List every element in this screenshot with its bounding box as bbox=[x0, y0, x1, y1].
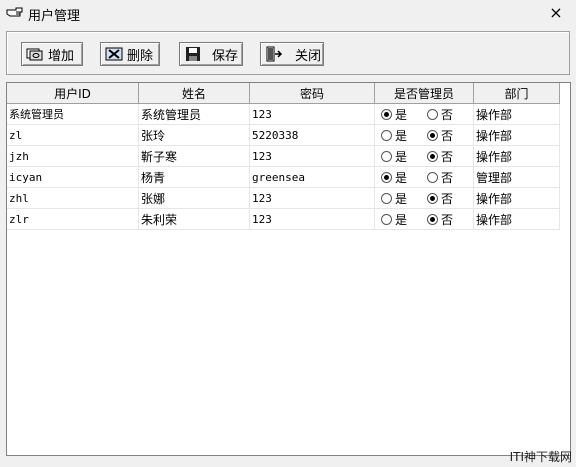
users-grid[interactable]: 用户ID 姓名 密码 是否管理员 部门 系统管理员 系统管理员 123 是否操作部 zl… bbox=[6, 82, 571, 456]
admin-radio-yes[interactable] bbox=[381, 108, 392, 120]
cell-is-admin: 是否 bbox=[374, 145, 474, 167]
column-header-name[interactable]: 姓名 bbox=[138, 83, 250, 104]
admin-radio-no-label: 否 bbox=[441, 212, 454, 227]
save-button[interactable]: 保存 bbox=[179, 42, 243, 66]
cell-password[interactable]: greensea bbox=[249, 166, 375, 188]
column-header-department[interactable]: 部门 bbox=[473, 83, 560, 104]
cell-department[interactable]: 操作部 bbox=[473, 145, 560, 167]
cell-name[interactable]: 系统管理员 bbox=[138, 103, 250, 125]
cell-password[interactable]: 123 bbox=[249, 103, 375, 125]
cell-password[interactable]: 123 bbox=[249, 208, 375, 230]
delete-icon bbox=[105, 47, 123, 61]
cell-name[interactable]: 张娜 bbox=[138, 187, 250, 209]
cell-password[interactable]: 123 bbox=[249, 145, 375, 167]
column-header-is-admin[interactable]: 是否管理员 bbox=[374, 83, 474, 104]
close-window-button[interactable]: × bbox=[546, 3, 566, 23]
admin-radio-yes-label: 是 bbox=[395, 191, 408, 206]
delete-button[interactable]: 删除 bbox=[100, 42, 160, 66]
admin-radio-no-label: 否 bbox=[441, 191, 454, 206]
cell-department[interactable]: 管理部 bbox=[473, 166, 560, 188]
cell-user-id[interactable]: icyan bbox=[7, 166, 139, 188]
cell-is-admin: 是否 bbox=[374, 208, 474, 230]
admin-radio-yes-label: 是 bbox=[395, 128, 408, 143]
admin-radio-no-label: 否 bbox=[441, 149, 454, 164]
save-button-label: 保存 bbox=[212, 48, 239, 64]
admin-radio-yes[interactable] bbox=[381, 171, 392, 183]
admin-radio-no[interactable] bbox=[427, 192, 438, 204]
cell-name[interactable]: 杨青 bbox=[138, 166, 250, 188]
admin-radio-no-label: 否 bbox=[441, 128, 454, 143]
close-button[interactable]: 关闭 bbox=[260, 42, 324, 66]
admin-radio-yes-label: 是 bbox=[395, 212, 408, 227]
admin-radio-no[interactable] bbox=[427, 150, 438, 162]
cell-user-id[interactable]: jzh bbox=[7, 145, 139, 167]
exit-door-icon bbox=[266, 46, 283, 62]
users-table: 用户ID 姓名 密码 是否管理员 部门 系统管理员 系统管理员 123 是否操作部 zl… bbox=[7, 83, 560, 230]
cell-user-id[interactable]: zl bbox=[7, 124, 139, 146]
floppy-disk-icon bbox=[186, 47, 200, 61]
table-row[interactable]: jzh 靳子寒 123 是否操作部 bbox=[7, 145, 560, 167]
admin-radio-no[interactable] bbox=[427, 108, 438, 120]
table-row[interactable]: zlr 朱利荣 123 是否操作部 bbox=[7, 208, 560, 230]
cell-is-admin: 是否 bbox=[374, 187, 474, 209]
cell-password[interactable]: 5220338 bbox=[249, 124, 375, 146]
cell-name[interactable]: 朱利荣 bbox=[138, 208, 250, 230]
table-row[interactable]: icyan 杨青 greensea 是否管理部 bbox=[7, 166, 560, 188]
header-row: 用户ID 姓名 密码 是否管理员 部门 bbox=[7, 83, 560, 104]
admin-radio-no-label: 否 bbox=[441, 170, 454, 185]
delete-button-label: 删除 bbox=[127, 48, 154, 64]
cell-user-id[interactable]: zlr bbox=[7, 208, 139, 230]
table-row[interactable]: zl 张玲 5220338 是否操作部 bbox=[7, 124, 560, 146]
admin-radio-yes[interactable] bbox=[381, 192, 392, 204]
cell-department[interactable]: 操作部 bbox=[473, 187, 560, 209]
admin-radio-yes-label: 是 bbox=[395, 149, 408, 164]
window-title: 用户管理 bbox=[28, 9, 81, 24]
admin-radio-no[interactable] bbox=[427, 213, 438, 225]
add-button[interactable]: 增加 bbox=[21, 42, 83, 66]
admin-radio-yes-label: 是 bbox=[395, 107, 408, 122]
add-icon bbox=[26, 48, 43, 61]
admin-radio-no[interactable] bbox=[427, 129, 438, 141]
cell-department[interactable]: 操作部 bbox=[473, 208, 560, 230]
cell-user-id[interactable]: zhl bbox=[7, 187, 139, 209]
table-row[interactable]: zhl 张娜 123 是否操作部 bbox=[7, 187, 560, 209]
table-row[interactable]: 系统管理员 系统管理员 123 是否操作部 bbox=[7, 103, 560, 125]
admin-radio-yes[interactable] bbox=[381, 129, 392, 141]
close-button-label: 关闭 bbox=[295, 48, 322, 64]
admin-radio-yes[interactable] bbox=[381, 150, 392, 162]
cell-department[interactable]: 操作部 bbox=[473, 103, 560, 125]
cell-department[interactable]: 操作部 bbox=[473, 124, 560, 146]
cell-is-admin: 是否 bbox=[374, 166, 474, 188]
title-bar: 用户管理 × bbox=[0, 0, 576, 28]
admin-radio-no[interactable] bbox=[427, 171, 438, 183]
cell-is-admin: 是否 bbox=[374, 103, 474, 125]
column-header-password[interactable]: 密码 bbox=[249, 83, 375, 104]
admin-radio-no-label: 否 bbox=[441, 107, 454, 122]
cell-is-admin: 是否 bbox=[374, 124, 474, 146]
column-header-user-id[interactable]: 用户ID bbox=[7, 83, 139, 104]
add-button-label: 增加 bbox=[48, 48, 75, 64]
admin-radio-yes[interactable] bbox=[381, 213, 392, 225]
watermark: ITI神下载网 bbox=[509, 450, 572, 464]
cell-user-id[interactable]: 系统管理员 bbox=[7, 103, 139, 125]
cell-name[interactable]: 靳子寒 bbox=[138, 145, 250, 167]
admin-radio-yes-label: 是 bbox=[395, 170, 408, 185]
toolbar: 增加 删除 保存 关闭 bbox=[6, 31, 570, 75]
cell-name[interactable]: 张玲 bbox=[138, 124, 250, 146]
pointing-hand-icon bbox=[6, 7, 23, 17]
table-body: 系统管理员 系统管理员 123 是否操作部 zl 张玲 5220338 是否操作部 jzh 靳子寒… bbox=[7, 103, 560, 230]
cell-password[interactable]: 123 bbox=[249, 187, 375, 209]
